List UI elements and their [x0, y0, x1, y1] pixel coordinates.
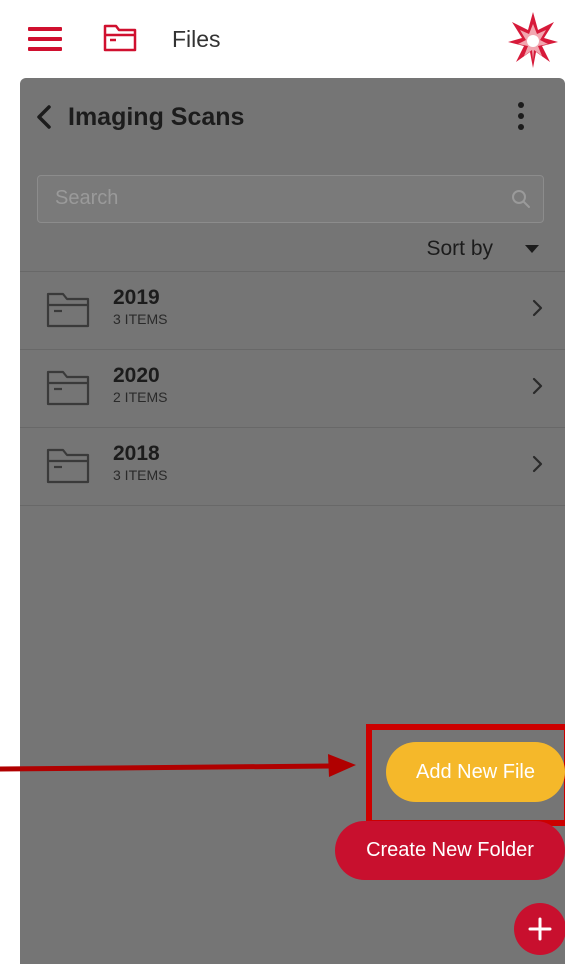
plus-icon — [528, 917, 552, 941]
add-fab-button[interactable] — [514, 903, 565, 955]
create-new-folder-button[interactable]: Create New Folder — [335, 821, 565, 880]
add-new-file-button[interactable]: Add New File — [386, 742, 565, 802]
